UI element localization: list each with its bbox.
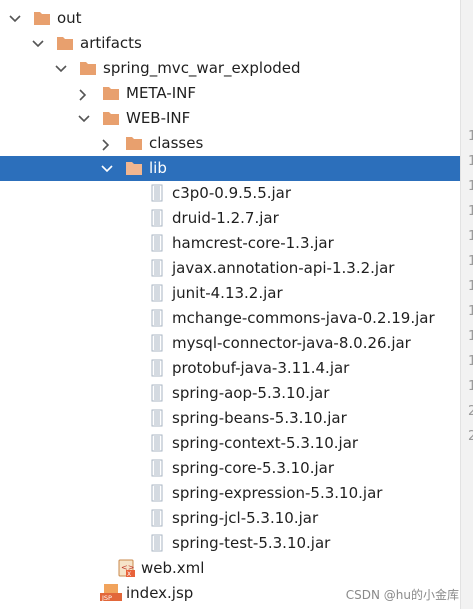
jar-file-icon [148, 334, 166, 352]
tree-item-label: mysql-connector-java-8.0.26.jar [172, 334, 411, 352]
chevron-down-icon[interactable] [29, 31, 45, 56]
tree-item-label: mchange-commons-java-0.2.19.jar [172, 309, 435, 327]
tree-item-meta-inf[interactable]: META-INF [0, 81, 460, 106]
tree-item-label: spring-core-5.3.10.jar [172, 459, 335, 477]
jar-file-icon [148, 409, 166, 427]
folder-icon [79, 60, 97, 76]
tree-item-spring-core-5-3-10-jar[interactable]: spring-core-5.3.10.jar [0, 456, 460, 481]
tree-item-web-inf[interactable]: WEB-INF [0, 106, 460, 131]
jar-file-icon [148, 534, 166, 552]
folder-icon [33, 10, 51, 26]
tree-item-mchange-commons-java-0-2-19-jar[interactable]: mchange-commons-java-0.2.19.jar [0, 306, 460, 331]
tree-item-label: c3p0-0.9.5.5.jar [172, 184, 292, 202]
tree-item-label: spring-jcl-5.3.10.jar [172, 509, 319, 527]
tree-item-spring-context-5-3-10-jar[interactable]: spring-context-5.3.10.jar [0, 431, 460, 456]
jar-file-icon [148, 309, 166, 327]
tree-item-label: druid-1.2.7.jar [172, 209, 279, 227]
tree-item-label: artifacts [80, 34, 142, 52]
watermark: CSDN @hu的小金库 [345, 588, 459, 602]
jsp-file-icon: JSP [100, 584, 122, 602]
tree-item-spring-test-5-3-10-jar[interactable]: spring-test-5.3.10.jar [0, 531, 460, 556]
tree-item-druid-1-2-7-jar[interactable]: druid-1.2.7.jar [0, 206, 460, 231]
gutter-line-number: 2 [468, 429, 473, 444]
tree-item-javax-annotation-api-1-3-2-jar[interactable]: javax.annotation-api-1.3.2.jar [0, 256, 460, 281]
tree-item-spring-mvc-war-exploded[interactable]: spring_mvc_war_exploded [0, 56, 460, 81]
tree-item-classes[interactable]: classes [0, 131, 460, 156]
folder-icon [56, 35, 74, 51]
tree-item-label: out [57, 9, 82, 27]
xml-file-icon: <> X [117, 558, 135, 578]
svg-text:JSP: JSP [101, 594, 112, 602]
tree-item-label: spring-beans-5.3.10.jar [172, 409, 347, 427]
tree-item-label: spring-aop-5.3.10.jar [172, 384, 330, 402]
tree-item-label: spring-test-5.3.10.jar [172, 534, 331, 552]
folder-icon [102, 110, 120, 126]
chevron-down-icon[interactable] [98, 156, 114, 181]
jar-file-icon [148, 384, 166, 402]
tree-item-out[interactable]: out [0, 6, 460, 31]
tree-item-mysql-connector-java-8-0-26-jar[interactable]: mysql-connector-java-8.0.26.jar [0, 331, 460, 356]
jar-file-icon [148, 284, 166, 302]
chevron-down-icon[interactable] [6, 6, 22, 31]
gutter-line-number: 1 [468, 329, 473, 344]
jar-file-icon [148, 434, 166, 452]
editor-gutter: 1 1 1 1 1 1 1 1 1 1 1 2 2 [460, 0, 473, 609]
tree-item-label: spring-expression-5.3.10.jar [172, 484, 383, 502]
gutter-line-number: 2 [468, 404, 473, 419]
tree-item-artifacts[interactable]: artifacts [0, 31, 460, 56]
tree-item-spring-beans-5-3-10-jar[interactable]: spring-beans-5.3.10.jar [0, 406, 460, 431]
tree-item-label: index.jsp [126, 584, 194, 602]
jar-file-icon [148, 359, 166, 377]
gutter-line-number: 1 [468, 354, 473, 369]
chevron-down-icon[interactable] [52, 56, 68, 81]
tree-item-spring-aop-5-3-10-jar[interactable]: spring-aop-5.3.10.jar [0, 381, 460, 406]
tree-item-label: spring-context-5.3.10.jar [172, 434, 359, 452]
jar-file-icon [148, 209, 166, 227]
gutter-line-number: 1 [468, 279, 473, 294]
chevron-right-icon[interactable] [98, 131, 114, 156]
gutter-line-number: 1 [468, 204, 473, 219]
jar-file-icon [148, 184, 166, 202]
folder-icon [125, 160, 143, 176]
jar-file-icon [148, 484, 166, 502]
gutter-line-number: 1 [468, 154, 473, 169]
tree-item-label: junit-4.13.2.jar [172, 284, 283, 302]
tree-item-label: protobuf-java-3.11.4.jar [172, 359, 350, 377]
tree-item-protobuf-java-3-11-4-jar[interactable]: protobuf-java-3.11.4.jar [0, 356, 460, 381]
tree-item-label: lib [149, 159, 167, 177]
gutter-line-number: 1 [468, 129, 473, 144]
tree-item-junit-4-13-2-jar[interactable]: junit-4.13.2.jar [0, 281, 460, 306]
jar-file-icon [148, 509, 166, 527]
gutter-line-number: 1 [468, 304, 473, 319]
tree-item-label: META-INF [126, 84, 197, 102]
tree-item-label: spring_mvc_war_exploded [103, 59, 301, 77]
folder-icon [102, 85, 120, 101]
tree-item-label: hamcrest-core-1.3.jar [172, 234, 334, 252]
gutter-line-number: 1 [468, 254, 473, 269]
tree-item-label: classes [149, 134, 204, 152]
gutter-line-number: 1 [468, 379, 473, 394]
tree-item-lib[interactable]: lib [0, 156, 460, 181]
jar-file-icon [148, 234, 166, 252]
project-tree: out artifacts spring_mvc_war_exploded META-… [0, 0, 460, 609]
svg-text:X: X [127, 571, 131, 578]
tree-item-web-xml[interactable]: <> X web.xml [0, 556, 460, 581]
jar-file-icon [148, 259, 166, 277]
tree-item-label: web.xml [141, 559, 205, 577]
tree-item-spring-jcl-5-3-10-jar[interactable]: spring-jcl-5.3.10.jar [0, 506, 460, 531]
folder-icon [125, 135, 143, 151]
tree-item-label: javax.annotation-api-1.3.2.jar [172, 259, 395, 277]
tree-item-c3p0-0-9-5-5-jar[interactable]: c3p0-0.9.5.5.jar [0, 181, 460, 206]
jar-file-icon [148, 459, 166, 477]
gutter-line-number: 1 [468, 179, 473, 194]
tree-item-spring-expression-5-3-10-jar[interactable]: spring-expression-5.3.10.jar [0, 481, 460, 506]
chevron-down-icon[interactable] [75, 106, 91, 131]
tree-item-label: WEB-INF [126, 109, 191, 127]
chevron-right-icon[interactable] [75, 81, 91, 106]
gutter-line-number: 1 [468, 229, 473, 244]
tree-item-hamcrest-core-1-3-jar[interactable]: hamcrest-core-1.3.jar [0, 231, 460, 256]
